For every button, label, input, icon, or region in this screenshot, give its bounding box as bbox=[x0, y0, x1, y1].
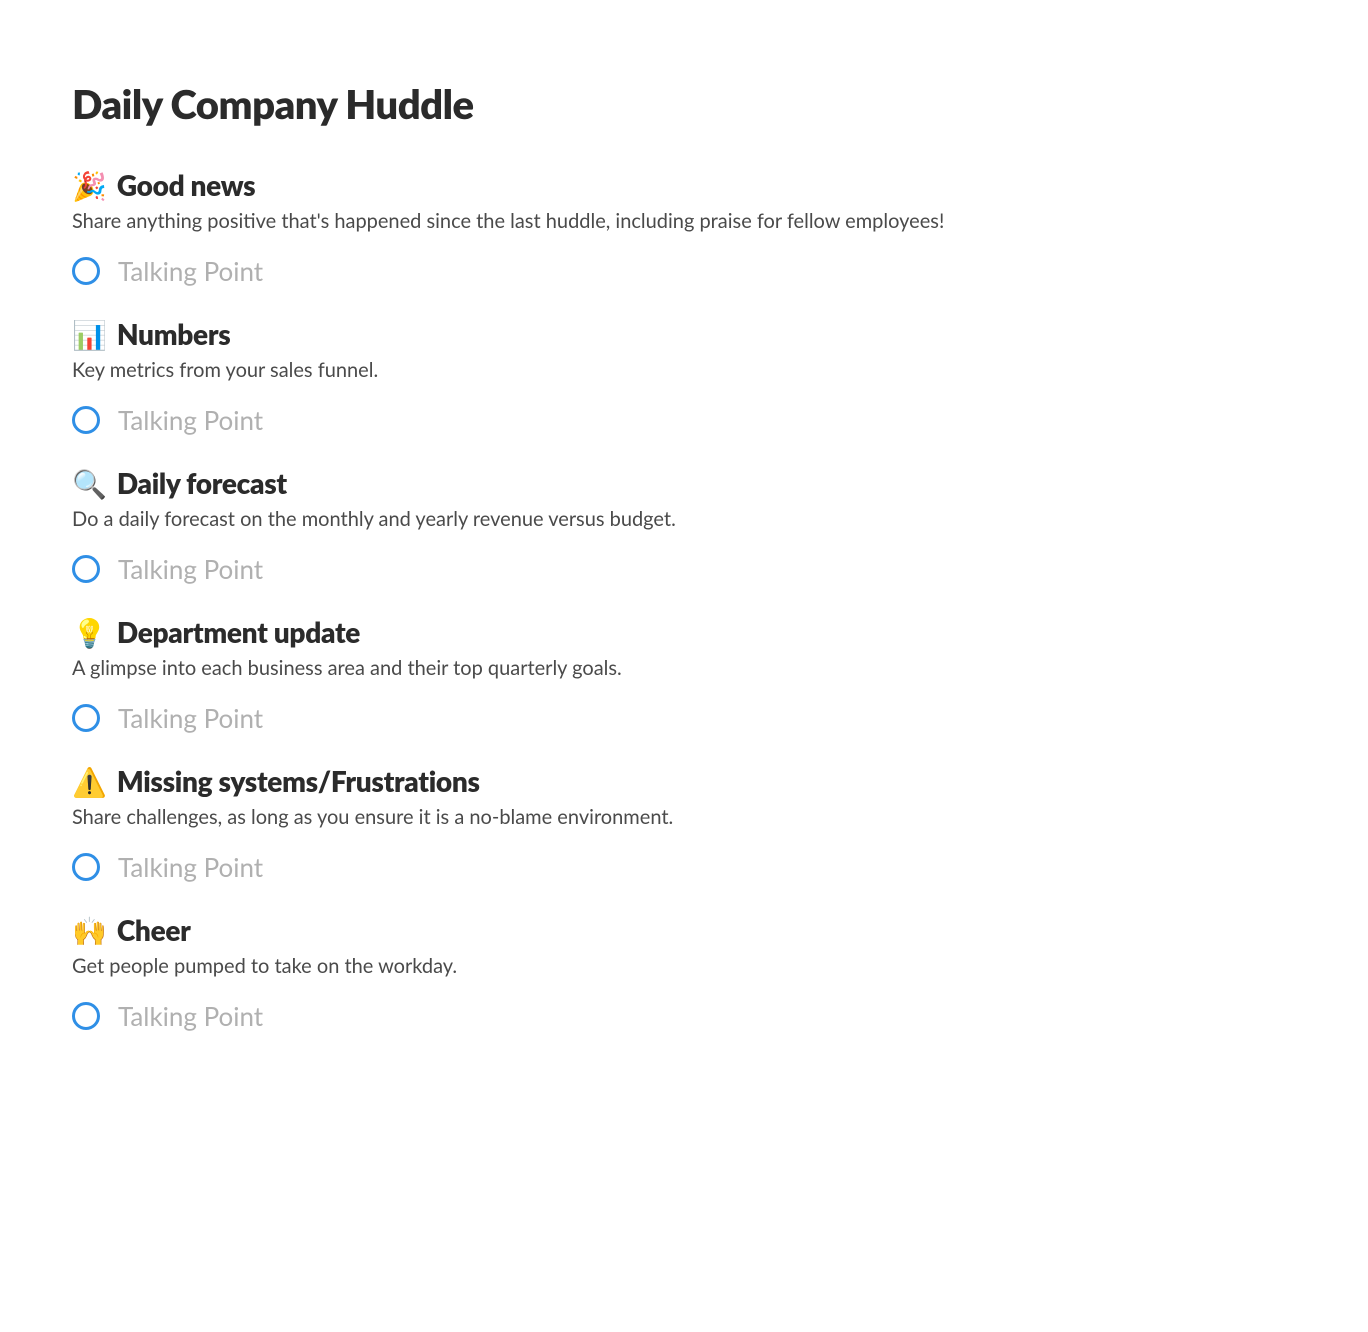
raising-hands-icon: 🙌 bbox=[72, 916, 107, 944]
section-header: 🔍 Daily forecast bbox=[72, 466, 1296, 500]
section-header: 📊 Numbers bbox=[72, 317, 1296, 351]
light-bulb-icon: 💡 bbox=[72, 618, 107, 646]
section-header: 🎉 Good news bbox=[72, 168, 1296, 202]
talking-point-placeholder: Talking Point bbox=[118, 255, 263, 287]
magnifying-glass-icon: 🔍 bbox=[72, 469, 107, 497]
circle-icon[interactable] bbox=[72, 853, 100, 881]
page: Daily Company Huddle 🎉 Good news Share a… bbox=[0, 0, 1368, 1332]
section-description: A glimpse into each business area and th… bbox=[72, 655, 1296, 682]
section-title: Cheer bbox=[117, 913, 191, 947]
section-description: Share challenges, as long as you ensure … bbox=[72, 804, 1296, 831]
talking-point-input[interactable]: Talking Point bbox=[72, 851, 1296, 883]
circle-icon[interactable] bbox=[72, 257, 100, 285]
warning-icon: ⚠️ bbox=[72, 767, 107, 795]
section-cheer: 🙌 Cheer Get people pumped to take on the… bbox=[72, 913, 1296, 1032]
circle-icon[interactable] bbox=[72, 704, 100, 732]
circle-icon[interactable] bbox=[72, 406, 100, 434]
section-description: Get people pumped to take on the workday… bbox=[72, 953, 1296, 980]
talking-point-placeholder: Talking Point bbox=[118, 851, 263, 883]
talking-point-placeholder: Talking Point bbox=[118, 553, 263, 585]
section-department-update: 💡 Department update A glimpse into each … bbox=[72, 615, 1296, 734]
section-numbers: 📊 Numbers Key metrics from your sales fu… bbox=[72, 317, 1296, 436]
section-description: Key metrics from your sales funnel. bbox=[72, 357, 1296, 384]
talking-point-input[interactable]: Talking Point bbox=[72, 255, 1296, 287]
section-title: Numbers bbox=[117, 317, 231, 351]
section-missing-systems: ⚠️ Missing systems/Frustrations Share ch… bbox=[72, 764, 1296, 883]
section-title: Department update bbox=[117, 615, 360, 649]
party-popper-icon: 🎉 bbox=[72, 171, 107, 199]
talking-point-input[interactable]: Talking Point bbox=[72, 553, 1296, 585]
section-title: Good news bbox=[117, 168, 255, 202]
talking-point-input[interactable]: Talking Point bbox=[72, 702, 1296, 734]
talking-point-placeholder: Talking Point bbox=[118, 404, 263, 436]
section-daily-forecast: 🔍 Daily forecast Do a daily forecast on … bbox=[72, 466, 1296, 585]
circle-icon[interactable] bbox=[72, 555, 100, 583]
talking-point-placeholder: Talking Point bbox=[118, 1000, 263, 1032]
section-header: ⚠️ Missing systems/Frustrations bbox=[72, 764, 1296, 798]
section-title: Daily forecast bbox=[117, 466, 287, 500]
page-title: Daily Company Huddle bbox=[72, 80, 1296, 128]
section-title: Missing systems/Frustrations bbox=[117, 764, 480, 798]
section-good-news: 🎉 Good news Share anything positive that… bbox=[72, 168, 1296, 287]
section-description: Do a daily forecast on the monthly and y… bbox=[72, 506, 1296, 533]
talking-point-placeholder: Talking Point bbox=[118, 702, 263, 734]
bar-chart-icon: 📊 bbox=[72, 320, 107, 348]
section-header: 🙌 Cheer bbox=[72, 913, 1296, 947]
talking-point-input[interactable]: Talking Point bbox=[72, 1000, 1296, 1032]
section-header: 💡 Department update bbox=[72, 615, 1296, 649]
circle-icon[interactable] bbox=[72, 1002, 100, 1030]
talking-point-input[interactable]: Talking Point bbox=[72, 404, 1296, 436]
section-description: Share anything positive that's happened … bbox=[72, 208, 1296, 235]
